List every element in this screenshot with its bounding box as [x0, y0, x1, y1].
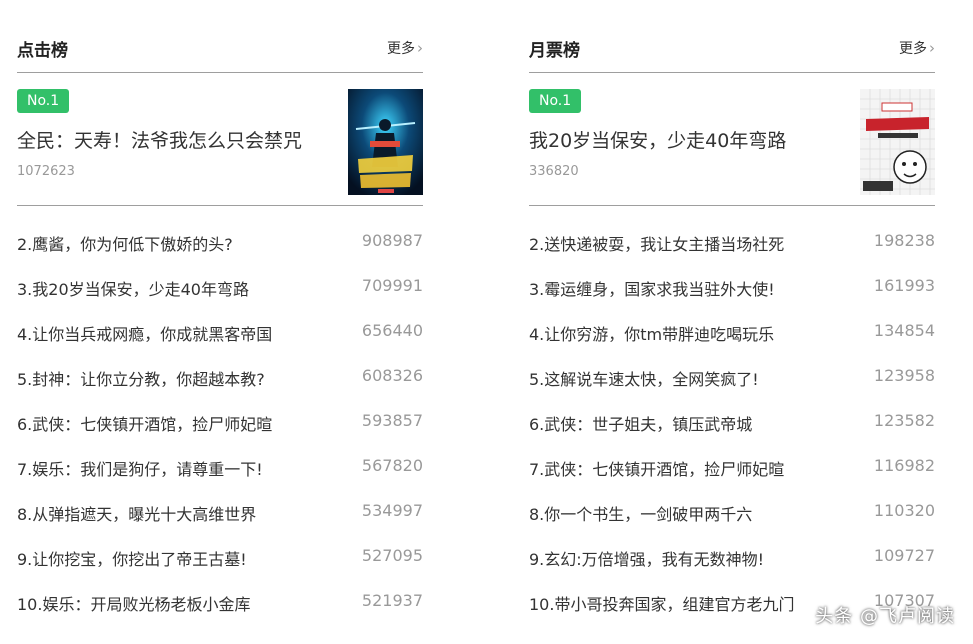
list-item[interactable]: 2.鹰酱，你为何低下傲娇的头? 908987	[17, 206, 423, 254]
rank-list: 2.鹰酱，你为何低下傲娇的头? 908987 3.我20岁当保安，少走40年弯路 7…	[17, 206, 423, 614]
item-count: 527095	[361, 546, 423, 565]
list-item[interactable]: 6.武侠：七侠镇开酒馆，捡尸师妃暄 593857	[17, 386, 423, 434]
panel-header: 月票榜 更多 ›	[529, 0, 935, 73]
list-item[interactable]: 2.送快递被耍，我让女主播当场社死 198238	[529, 206, 935, 254]
top-one-title[interactable]: 全民：天寿！法爷我怎么只会禁咒	[17, 126, 302, 153]
list-item[interactable]: 7.武侠：七侠镇开酒馆，捡尸师妃暄 116982	[529, 431, 935, 479]
list-item[interactable]: 5.封神：让你立分教，你超越本教? 608326	[17, 341, 423, 389]
item-count: 109727	[873, 546, 935, 565]
item-count: 567820	[361, 456, 423, 475]
item-count: 134854	[873, 321, 935, 340]
item-count: 123582	[873, 411, 935, 430]
item-count: 908987	[361, 231, 423, 250]
top-one-title[interactable]: 我20岁当保安，少走40年弯路	[529, 126, 786, 153]
item-count: 198238	[873, 231, 935, 250]
list-item[interactable]: 10.娱乐：开局败光杨老板小金库 521937	[17, 566, 423, 614]
top-one-entry[interactable]: No.1 我20岁当保安，少走40年弯路 336820	[529, 73, 935, 206]
item-title[interactable]: 10.带小哥投奔国家，组建官方老九门	[529, 591, 794, 615]
item-count: 608326	[361, 366, 423, 385]
book-cover-image[interactable]	[348, 89, 423, 195]
chevron-right-icon[interactable]: ›	[929, 39, 935, 57]
panel-header: 点击榜 更多 ›	[17, 0, 423, 73]
click-rank-panel: 点击榜 更多 › No.1 全民：天寿！法爷我怎么只会禁咒 1072623 2.…	[17, 0, 423, 614]
list-item[interactable]: 4.让你当兵戒网瘾，你成就黑客帝国 656440	[17, 296, 423, 344]
list-item[interactable]: 5.这解说车速太快，全网笑疯了! 123958	[529, 341, 935, 389]
item-title[interactable]: 10.娱乐：开局败光杨老板小金库	[17, 591, 250, 615]
rank-badge: No.1	[529, 89, 582, 113]
rank-badge: No.1	[17, 89, 70, 113]
item-count: 123958	[873, 366, 935, 385]
item-count: 593857	[361, 411, 423, 430]
item-count: 116982	[873, 456, 935, 475]
more-label[interactable]: 更多	[899, 41, 927, 57]
monthly-rank-panel: 月票榜 更多 › No.1 我20岁当保安，少走40年弯路 336820 2.送快…	[529, 0, 935, 614]
item-count: 110320	[873, 501, 935, 520]
more-link[interactable]: 更多 ›	[387, 38, 423, 58]
list-item[interactable]: 4.让你穷游，你tm带胖迪吃喝玩乐 134854	[529, 296, 935, 344]
list-item[interactable]: 3.霉运缠身，国家求我当驻外大使! 161993	[529, 251, 935, 299]
watermark: 头条 @飞卢阅读	[815, 606, 955, 627]
book-cover-image[interactable]	[860, 89, 935, 195]
item-count: 709991	[361, 276, 423, 295]
chevron-right-icon[interactable]: ›	[417, 39, 423, 57]
more-label[interactable]: 更多	[387, 41, 415, 57]
more-link[interactable]: 更多 ›	[899, 38, 935, 58]
top-one-count: 1072623	[17, 164, 75, 179]
list-item[interactable]: 8.从弹指遮天，曝光十大高维世界 534997	[17, 476, 423, 524]
item-count: 521937	[361, 591, 423, 610]
panel-title: 月票榜	[529, 41, 580, 61]
item-count: 161993	[873, 276, 935, 295]
top-one-entry[interactable]: No.1 全民：天寿！法爷我怎么只会禁咒 1072623	[17, 73, 423, 206]
list-item[interactable]: 9.玄幻:万倍增强，我有无数神物! 109727	[529, 521, 935, 569]
rank-list: 2.送快递被耍，我让女主播当场社死 198238 3.霉运缠身，国家求我当驻外大使…	[529, 206, 935, 614]
top-one-count: 336820	[529, 164, 579, 179]
list-item[interactable]: 6.武侠：世子姐夫，镇压武帝城 123582	[529, 386, 935, 434]
item-count: 656440	[361, 321, 423, 340]
list-item[interactable]: 7.娱乐：我们是狗仔，请尊重一下! 567820	[17, 431, 423, 479]
list-item[interactable]: 3.我20岁当保安，少走40年弯路 709991	[17, 251, 423, 299]
item-count: 534997	[361, 501, 423, 520]
panel-title: 点击榜	[17, 41, 68, 61]
list-item[interactable]: 9.让你挖宝，你挖出了帝王古墓! 527095	[17, 521, 423, 569]
list-item[interactable]: 8.你一个书生，一剑破甲两千六 110320	[529, 476, 935, 524]
